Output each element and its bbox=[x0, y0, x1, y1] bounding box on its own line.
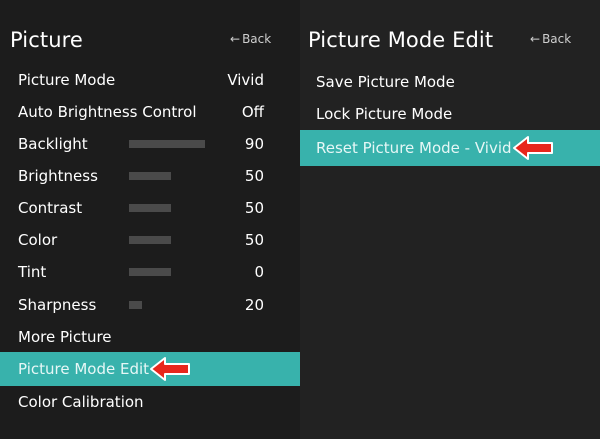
menu-item-more-picture[interactable]: More Picture bbox=[0, 321, 300, 353]
menu-item-brightness[interactable]: Brightness 50 bbox=[0, 160, 300, 192]
back-label: Back bbox=[542, 32, 572, 46]
menu-item-label: Contrast bbox=[18, 199, 83, 217]
menu-item-save-picture-mode[interactable]: Save Picture Mode bbox=[300, 66, 600, 98]
menu-item-label: Color bbox=[18, 231, 58, 249]
picture-menu-panel: Picture ← Back Picture Mode Vivid Auto Br… bbox=[0, 0, 300, 439]
back-arrow-icon: ← bbox=[230, 32, 241, 46]
red-arrow-pointer-icon bbox=[513, 136, 553, 160]
menu-item-color-calibration[interactable]: Color Calibration bbox=[0, 386, 300, 418]
red-arrow-pointer-icon bbox=[150, 357, 190, 381]
menu-item-label: Tint bbox=[18, 263, 47, 281]
menu-item-contrast[interactable]: Contrast 50 bbox=[0, 192, 300, 224]
brightness-level-bar[interactable] bbox=[129, 172, 213, 180]
picture-mode-edit-back-button[interactable]: ← Back bbox=[530, 32, 571, 46]
menu-item-value: 90 bbox=[244, 135, 264, 153]
picture-back-button[interactable]: ← Back bbox=[230, 32, 271, 46]
menu-item-value: 50 bbox=[244, 231, 264, 249]
sharpness-level-bar[interactable] bbox=[129, 301, 213, 309]
menu-item-label: Color Calibration bbox=[18, 393, 144, 411]
back-arrow-icon: ← bbox=[530, 32, 541, 46]
menu-item-reset-picture-mode-vivid[interactable]: Reset Picture Mode - Vivid bbox=[300, 130, 600, 166]
menu-item-picture-mode-edit[interactable]: Picture Mode Edit bbox=[0, 352, 300, 386]
menu-item-color[interactable]: Color 50 bbox=[0, 224, 300, 256]
contrast-level-bar[interactable] bbox=[129, 204, 213, 212]
level-bar-fill bbox=[129, 301, 142, 309]
menu-item-label: Lock Picture Mode bbox=[316, 105, 453, 123]
menu-item-label: Picture Mode bbox=[18, 71, 116, 89]
menu-item-label: Brightness bbox=[18, 167, 98, 185]
menu-item-value: 50 bbox=[244, 199, 264, 217]
back-label: Back bbox=[242, 32, 272, 46]
menu-item-backlight[interactable]: Backlight 90 bbox=[0, 128, 300, 160]
color-level-bar[interactable] bbox=[129, 236, 213, 244]
level-bar-fill bbox=[129, 140, 205, 148]
picture-menu-title: Picture bbox=[10, 28, 83, 52]
level-bar-fill bbox=[129, 236, 171, 244]
menu-item-label: Save Picture Mode bbox=[316, 73, 455, 91]
menu-item-value: 0 bbox=[254, 263, 264, 281]
menu-item-value: 20 bbox=[244, 296, 264, 314]
menu-item-sharpness[interactable]: Sharpness 20 bbox=[0, 289, 300, 321]
picture-mode-edit-panel: Picture Mode Edit ← Back Save Picture Mod… bbox=[300, 0, 600, 439]
level-bar-fill bbox=[129, 172, 171, 180]
menu-item-value: Off bbox=[241, 103, 264, 121]
picture-mode-edit-title: Picture Mode Edit bbox=[308, 28, 494, 52]
menu-item-label: Sharpness bbox=[18, 296, 97, 314]
menu-item-tint[interactable]: Tint 0 bbox=[0, 256, 300, 288]
menu-item-label: Reset Picture Mode - Vivid bbox=[316, 139, 512, 157]
menu-item-label: More Picture bbox=[18, 328, 112, 346]
level-bar-fill bbox=[129, 204, 171, 212]
tint-level-bar[interactable] bbox=[129, 268, 213, 276]
menu-item-label: Auto Brightness Control bbox=[18, 103, 197, 121]
backlight-level-bar[interactable] bbox=[129, 140, 213, 148]
menu-item-auto-brightness-control[interactable]: Auto Brightness Control Off bbox=[0, 96, 300, 128]
menu-item-label: Backlight bbox=[18, 135, 88, 153]
menu-item-picture-mode[interactable]: Picture Mode Vivid bbox=[0, 64, 300, 96]
menu-item-value: Vivid bbox=[227, 71, 264, 89]
menu-item-label: Picture Mode Edit bbox=[18, 360, 150, 378]
level-bar-fill bbox=[129, 268, 171, 276]
menu-item-value: 50 bbox=[244, 167, 264, 185]
menu-item-lock-picture-mode[interactable]: Lock Picture Mode bbox=[300, 98, 600, 130]
